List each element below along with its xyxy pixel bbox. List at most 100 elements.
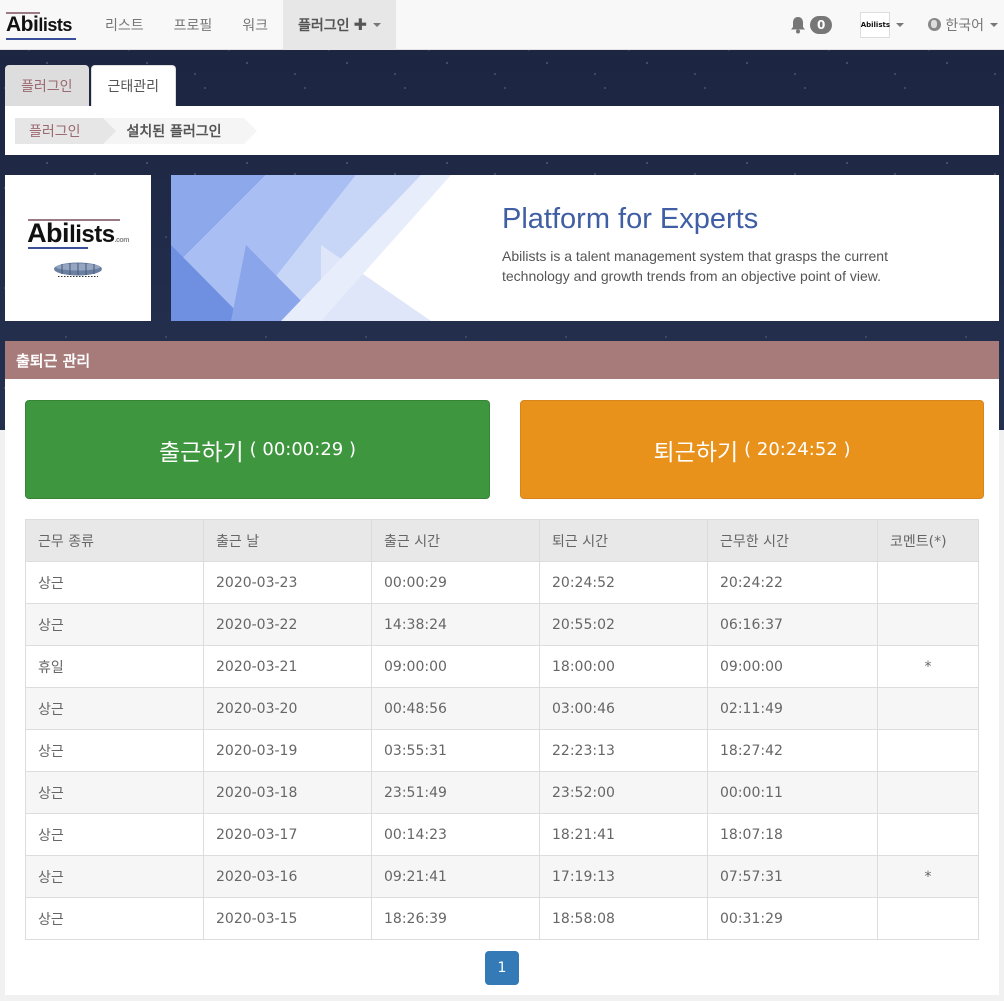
column-header-date: 출근 날 bbox=[203, 519, 372, 562]
top-navbar: Abilists 리스트 프로필 워크 플러그인 ✚ 0 Abilists 한국… bbox=[0, 0, 1004, 50]
cell-date: 2020-03-16 bbox=[203, 855, 372, 898]
breadcrumb-item-installed-label: 설치된 플러그인 bbox=[126, 124, 222, 140]
pagination-page-1[interactable]: 1 bbox=[485, 951, 519, 985]
plus-icon: ✚ bbox=[353, 15, 367, 34]
cell-comment bbox=[877, 897, 979, 940]
cell-worked-hours: 02:11:49 bbox=[707, 687, 878, 730]
cell-check-in: 03:55:31 bbox=[371, 729, 540, 772]
nav-item-profile[interactable]: 프로필 bbox=[159, 0, 228, 50]
banner-title: Platform for Experts bbox=[502, 203, 759, 235]
cell-work-type: 상근 bbox=[25, 897, 204, 940]
tab-plugins[interactable]: 플러그인 bbox=[5, 65, 89, 106]
logo-lists: lists bbox=[69, 220, 115, 248]
table-row: 상근 2020-03-17 00:14:23 18:21:41 18:07:18 bbox=[25, 813, 979, 856]
panel-heading: 출퇴근 관리 bbox=[5, 341, 999, 379]
cell-check-out: 03:00:46 bbox=[539, 687, 708, 730]
table-row: 휴일 2020-03-21 09:00:00 18:00:00 09:00:00 * bbox=[25, 645, 979, 688]
cell-date: 2020-03-18 bbox=[203, 771, 372, 814]
cell-check-in: 09:00:00 bbox=[371, 645, 540, 688]
cell-work-type: 상근 bbox=[25, 729, 204, 772]
table-row: 상근 2020-03-16 09:21:41 17:19:13 07:57:31 * bbox=[25, 855, 979, 898]
notification-count-badge: 0 bbox=[810, 15, 833, 34]
user-menu-dropdown[interactable]: Abilists bbox=[846, 11, 918, 38]
cell-worked-hours: 00:31:29 bbox=[707, 897, 878, 940]
tab-attendance-label: 근태관리 bbox=[107, 79, 160, 95]
logo-bar-bottom bbox=[28, 246, 89, 249]
cell-date: 2020-03-23 bbox=[203, 561, 372, 604]
cell-comment bbox=[877, 561, 979, 604]
cell-work-type: 상근 bbox=[25, 603, 204, 646]
nav-item-work[interactable]: 워크 bbox=[227, 0, 283, 50]
navbar-right: 0 Abilists 한국어 bbox=[776, 0, 1004, 50]
breadcrumb-panel: 플러그인 설치된 플러그인 bbox=[5, 106, 999, 155]
table-row: 상근 2020-03-18 23:51:49 23:52:00 00:00:11 bbox=[25, 771, 979, 814]
cell-check-in: 00:00:29 bbox=[371, 561, 540, 604]
tab-attendance[interactable]: 근태관리 bbox=[90, 65, 177, 106]
plugin-banner: Platform for Experts Abilists is a talen… bbox=[171, 175, 999, 321]
cell-date: 2020-03-21 bbox=[203, 645, 372, 688]
notification-button[interactable]: 0 bbox=[776, 15, 846, 34]
caterpillar-icon bbox=[54, 262, 102, 277]
cell-date: 2020-03-19 bbox=[203, 729, 372, 772]
cell-check-out: 18:58:08 bbox=[539, 897, 708, 940]
brand-logo[interactable]: Abilists bbox=[0, 0, 90, 50]
cell-worked-hours: 00:00:11 bbox=[707, 771, 878, 814]
attendance-panel: 출퇴근 관리 출근하기 ( 00:00:29 ) 퇴근하기 ( 20:24:52… bbox=[5, 341, 999, 995]
cell-comment bbox=[877, 771, 979, 814]
cell-worked-hours: 18:27:42 bbox=[707, 729, 878, 772]
check-in-label: 출근하기 bbox=[159, 439, 244, 466]
check-in-time: ( 00:00:29 ) bbox=[249, 439, 356, 460]
column-header-work-type: 근무 종류 bbox=[25, 519, 204, 562]
cell-check-in: 09:21:41 bbox=[371, 855, 540, 898]
cell-work-type: 상근 bbox=[25, 855, 204, 898]
banner-graphic bbox=[171, 175, 451, 321]
avatar: Abilists bbox=[860, 11, 891, 38]
table-row: 상근 2020-03-23 00:00:29 20:24:52 20:24:22 bbox=[25, 561, 979, 604]
column-header-comment: 코멘트(*) bbox=[877, 519, 979, 562]
attendance-table: 근무 종류 출근 날 출근 시간 퇴근 시간 근무한 시간 코멘트(*) 상근 2… bbox=[25, 519, 979, 940]
check-out-button[interactable]: 퇴근하기 ( 20:24:52 ) bbox=[520, 400, 984, 499]
cell-worked-hours: 18:07:18 bbox=[707, 813, 878, 856]
cell-comment bbox=[877, 687, 979, 730]
cell-worked-hours: 06:16:37 bbox=[707, 603, 878, 646]
nav-item-profile-label: 프로필 bbox=[173, 17, 213, 34]
cell-worked-hours: 09:00:00 bbox=[707, 645, 878, 688]
breadcrumb-item-plugins-label: 플러그인 bbox=[29, 124, 81, 140]
cell-comment bbox=[877, 603, 979, 646]
brand-lists: lists bbox=[38, 14, 72, 35]
breadcrumb: 플러그인 설치된 플러그인 bbox=[15, 118, 989, 144]
column-header-check-in: 출근 시간 bbox=[371, 519, 540, 562]
caret-down-icon bbox=[896, 22, 905, 27]
logo-bar-top bbox=[28, 218, 121, 221]
language-label: 한국어 bbox=[945, 17, 984, 34]
cell-worked-hours: 20:24:22 bbox=[707, 561, 878, 604]
cell-check-out: 18:21:41 bbox=[539, 813, 708, 856]
check-out-label: 퇴근하기 bbox=[653, 439, 739, 466]
abilists-logo: Abilists.com bbox=[27, 218, 129, 249]
table-row: 상근 2020-03-15 18:26:39 18:58:08 00:31:29 bbox=[25, 897, 979, 940]
plugin-tabs: 플러그인 근태관리 bbox=[5, 65, 178, 106]
cell-check-out: 20:24:52 bbox=[539, 561, 708, 604]
brand-logo-text: Abilists bbox=[6, 11, 76, 40]
cell-check-out: 22:23:13 bbox=[539, 729, 708, 772]
cell-comment[interactable]: * bbox=[877, 645, 979, 688]
column-header-worked-hours: 근무한 시간 bbox=[707, 519, 878, 562]
breadcrumb-item-plugins[interactable]: 플러그인 bbox=[15, 118, 115, 144]
column-header-check-out: 퇴근 시간 bbox=[539, 519, 708, 562]
cell-work-type: 상근 bbox=[25, 561, 204, 604]
cell-check-in: 14:38:24 bbox=[371, 603, 540, 646]
cell-comment bbox=[877, 729, 979, 772]
nav-item-plugin-dropdown[interactable]: 플러그인 ✚ bbox=[283, 0, 396, 50]
nav-item-list[interactable]: 리스트 bbox=[90, 0, 159, 50]
cell-work-type: 휴일 bbox=[25, 645, 204, 688]
cell-date: 2020-03-20 bbox=[203, 687, 372, 730]
breadcrumb-item-installed-plugins: 설치된 플러그인 bbox=[102, 118, 257, 144]
logo-com: .com bbox=[114, 236, 130, 244]
language-dropdown[interactable]: 한국어 bbox=[918, 15, 1004, 35]
cell-check-in: 00:14:23 bbox=[371, 813, 540, 856]
table-row: 상근 2020-03-22 14:38:24 20:55:02 06:16:37 bbox=[25, 603, 979, 646]
cell-date: 2020-03-17 bbox=[203, 813, 372, 856]
cell-check-out: 18:00:00 bbox=[539, 645, 708, 688]
cell-comment[interactable]: * bbox=[877, 855, 979, 898]
check-in-button[interactable]: 출근하기 ( 00:00:29 ) bbox=[25, 400, 490, 499]
